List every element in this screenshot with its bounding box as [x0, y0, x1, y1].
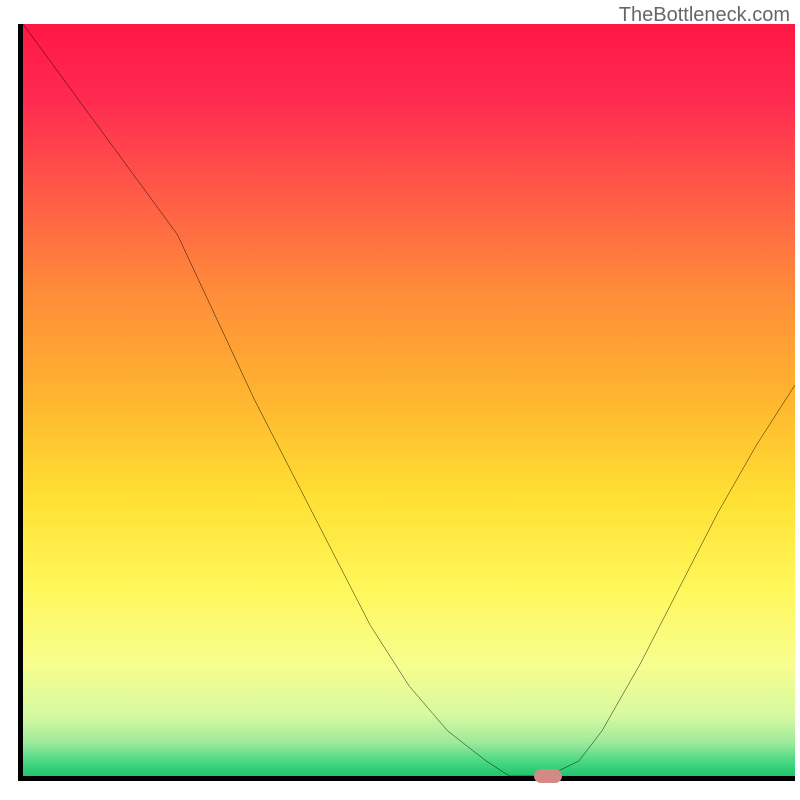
- chart-plot-area: [18, 24, 795, 781]
- watermark-text: TheBottleneck.com: [619, 4, 790, 27]
- optimum-marker: [534, 769, 562, 783]
- gradient-background: [23, 24, 795, 776]
